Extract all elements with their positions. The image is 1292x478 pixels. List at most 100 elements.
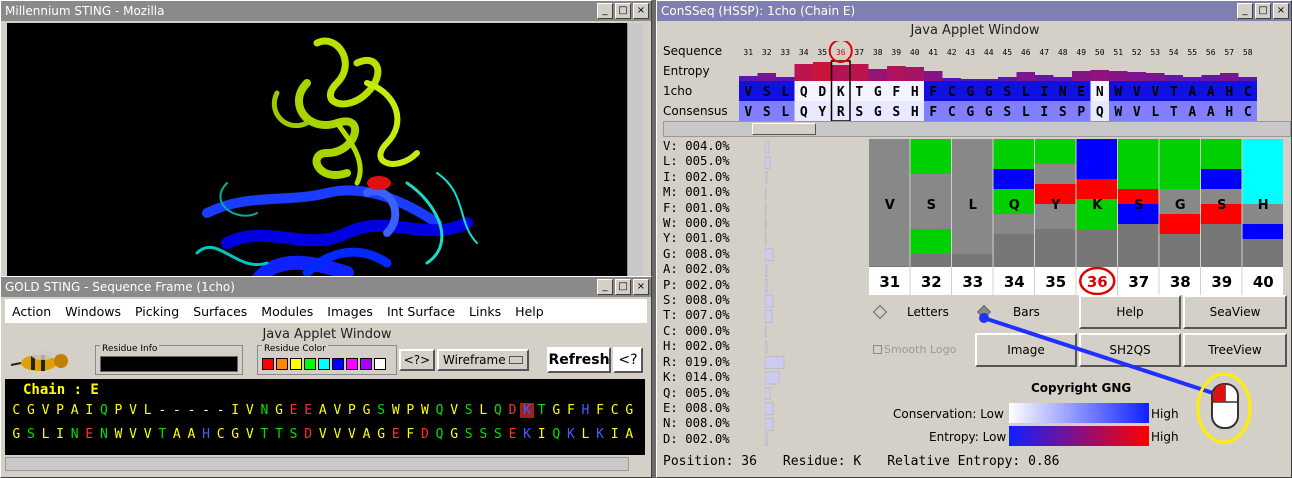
treeview-button[interactable]: TreeView — [1183, 333, 1287, 367]
residue[interactable]: - — [213, 403, 228, 418]
residue[interactable]: Q — [491, 403, 506, 418]
residue[interactable]: V — [38, 403, 53, 418]
residue[interactable]: F — [593, 403, 608, 418]
residue[interactable]: A — [315, 403, 330, 418]
residue[interactable]: V — [243, 403, 258, 418]
refresh-button[interactable]: Refresh — [547, 347, 611, 373]
color-swatch[interactable] — [262, 358, 274, 370]
residue[interactable]: D — [418, 427, 433, 442]
residue[interactable]: P — [403, 403, 418, 418]
menu-item-modules[interactable]: Modules — [254, 304, 320, 319]
residue[interactable]: V — [330, 403, 345, 418]
residue[interactable]: I — [228, 403, 243, 418]
help-button[interactable]: Help — [1079, 295, 1181, 329]
residue[interactable]: T — [257, 427, 272, 442]
residue[interactable]: S — [286, 427, 301, 442]
vertical-scrollbar[interactable] — [627, 23, 643, 281]
residue-info-field[interactable] — [100, 356, 238, 372]
residue[interactable]: - — [155, 403, 170, 418]
residue[interactable]: G — [447, 427, 462, 442]
minimize-button[interactable]: _ — [597, 3, 613, 19]
residue[interactable]: D — [301, 427, 316, 442]
bars-radio[interactable]: Bars — [976, 304, 1040, 320]
maximize-button[interactable]: □ — [615, 279, 631, 295]
residue[interactable]: K — [593, 427, 608, 442]
residue[interactable]: A — [67, 403, 82, 418]
minimize-button[interactable]: _ — [597, 279, 613, 295]
residue[interactable]: V — [243, 427, 258, 442]
alignment-view[interactable]: 31VV32SS33LL34QQ35DY36KR37TS38GG39FS40HH… — [737, 41, 1289, 121]
residue[interactable]: L — [578, 427, 593, 442]
residue[interactable]: A — [170, 427, 185, 442]
residue[interactable]: S — [491, 427, 506, 442]
residue[interactable]: L — [140, 403, 155, 418]
menu-item-help[interactable]: Help — [508, 304, 551, 319]
help-button[interactable]: <? — [613, 347, 643, 373]
residue[interactable]: E — [286, 403, 301, 418]
close-button[interactable]: × — [1273, 3, 1289, 19]
menu-item-surfaces[interactable]: Surfaces — [186, 304, 254, 319]
residue[interactable]: T — [534, 403, 549, 418]
residue[interactable]: - — [170, 403, 185, 418]
sequence-logo[interactable]: V 31 S 32 L 33 Q 34 Y 35 K 36 S 37 G 38 S 39 H 40 — [869, 139, 1291, 295]
menu-item-picking[interactable]: Picking — [128, 304, 186, 319]
residue[interactable]: E — [505, 427, 520, 442]
residue[interactable]: G — [622, 403, 637, 418]
window-title-bar[interactable]: ConSSeq (HSSP): 1cho (Chain E) _ □ × — [657, 1, 1291, 21]
residue[interactable]: - — [199, 403, 214, 418]
color-swatch[interactable] — [360, 358, 372, 370]
horizontal-scrollbar[interactable] — [5, 457, 629, 471]
residue[interactable]: A — [184, 427, 199, 442]
residue[interactable]: S — [461, 427, 476, 442]
residue[interactable]: S — [374, 403, 389, 418]
maximize-button[interactable]: □ — [1255, 3, 1271, 19]
residue[interactable]: L — [38, 427, 53, 442]
close-button[interactable]: × — [633, 279, 649, 295]
residue[interactable]: V — [330, 427, 345, 442]
color-swatch[interactable] — [276, 358, 288, 370]
residue[interactable]: E — [388, 427, 403, 442]
residue[interactable]: W — [388, 403, 403, 418]
menu-item-images[interactable]: Images — [320, 304, 380, 319]
residue[interactable]: Q — [432, 427, 447, 442]
residue[interactable]: S — [476, 427, 491, 442]
residue[interactable]: V — [126, 427, 141, 442]
sequence-panel[interactable]: Chain : E CGVPAIQPVL-----IVNGEEAVPGSWPWQ… — [5, 379, 645, 455]
residue[interactable]: P — [111, 403, 126, 418]
residue[interactable]: - — [184, 403, 199, 418]
residue[interactable]: A — [359, 427, 374, 442]
residue[interactable]: C — [9, 403, 24, 418]
smooth-logo-checkbox[interactable]: Smooth Logo — [873, 343, 956, 356]
residue[interactable]: G — [9, 427, 24, 442]
residue[interactable]: W — [111, 427, 126, 442]
residue[interactable]: F — [564, 403, 579, 418]
residue[interactable]: A — [622, 427, 637, 442]
image-button[interactable]: Image — [975, 333, 1077, 367]
residue[interactable]: T — [272, 427, 287, 442]
color-swatch[interactable] — [290, 358, 302, 370]
residue[interactable]: I — [534, 427, 549, 442]
residue[interactable]: E — [301, 403, 316, 418]
residue[interactable]: N — [257, 403, 272, 418]
residue[interactable]: T — [155, 427, 170, 442]
color-swatch[interactable] — [346, 358, 358, 370]
residue[interactable]: F — [403, 427, 418, 442]
residue[interactable]: N — [97, 427, 112, 442]
window-title-bar[interactable]: Millennium STING - Mozilla _ □ × — [1, 1, 651, 21]
residue[interactable]: I — [82, 403, 97, 418]
minimize-button[interactable]: _ — [1237, 3, 1253, 19]
residue[interactable]: S — [461, 403, 476, 418]
menu-item-action[interactable]: Action — [5, 304, 58, 319]
residue[interactable]: Q — [97, 403, 112, 418]
residue[interactable]: W — [418, 403, 433, 418]
color-swatch[interactable] — [332, 358, 344, 370]
sh2qs-button[interactable]: SH2QS — [1079, 333, 1181, 367]
residue[interactable]: Q — [549, 427, 564, 442]
residue[interactable]: D — [505, 403, 520, 418]
residue[interactable]: H — [199, 427, 214, 442]
residue[interactable]: I — [607, 427, 622, 442]
residue[interactable]: G — [272, 403, 287, 418]
menu-item-windows[interactable]: Windows — [58, 304, 128, 319]
alignment-scrollbar[interactable] — [663, 121, 1291, 137]
menu-item-links[interactable]: Links — [462, 304, 508, 319]
